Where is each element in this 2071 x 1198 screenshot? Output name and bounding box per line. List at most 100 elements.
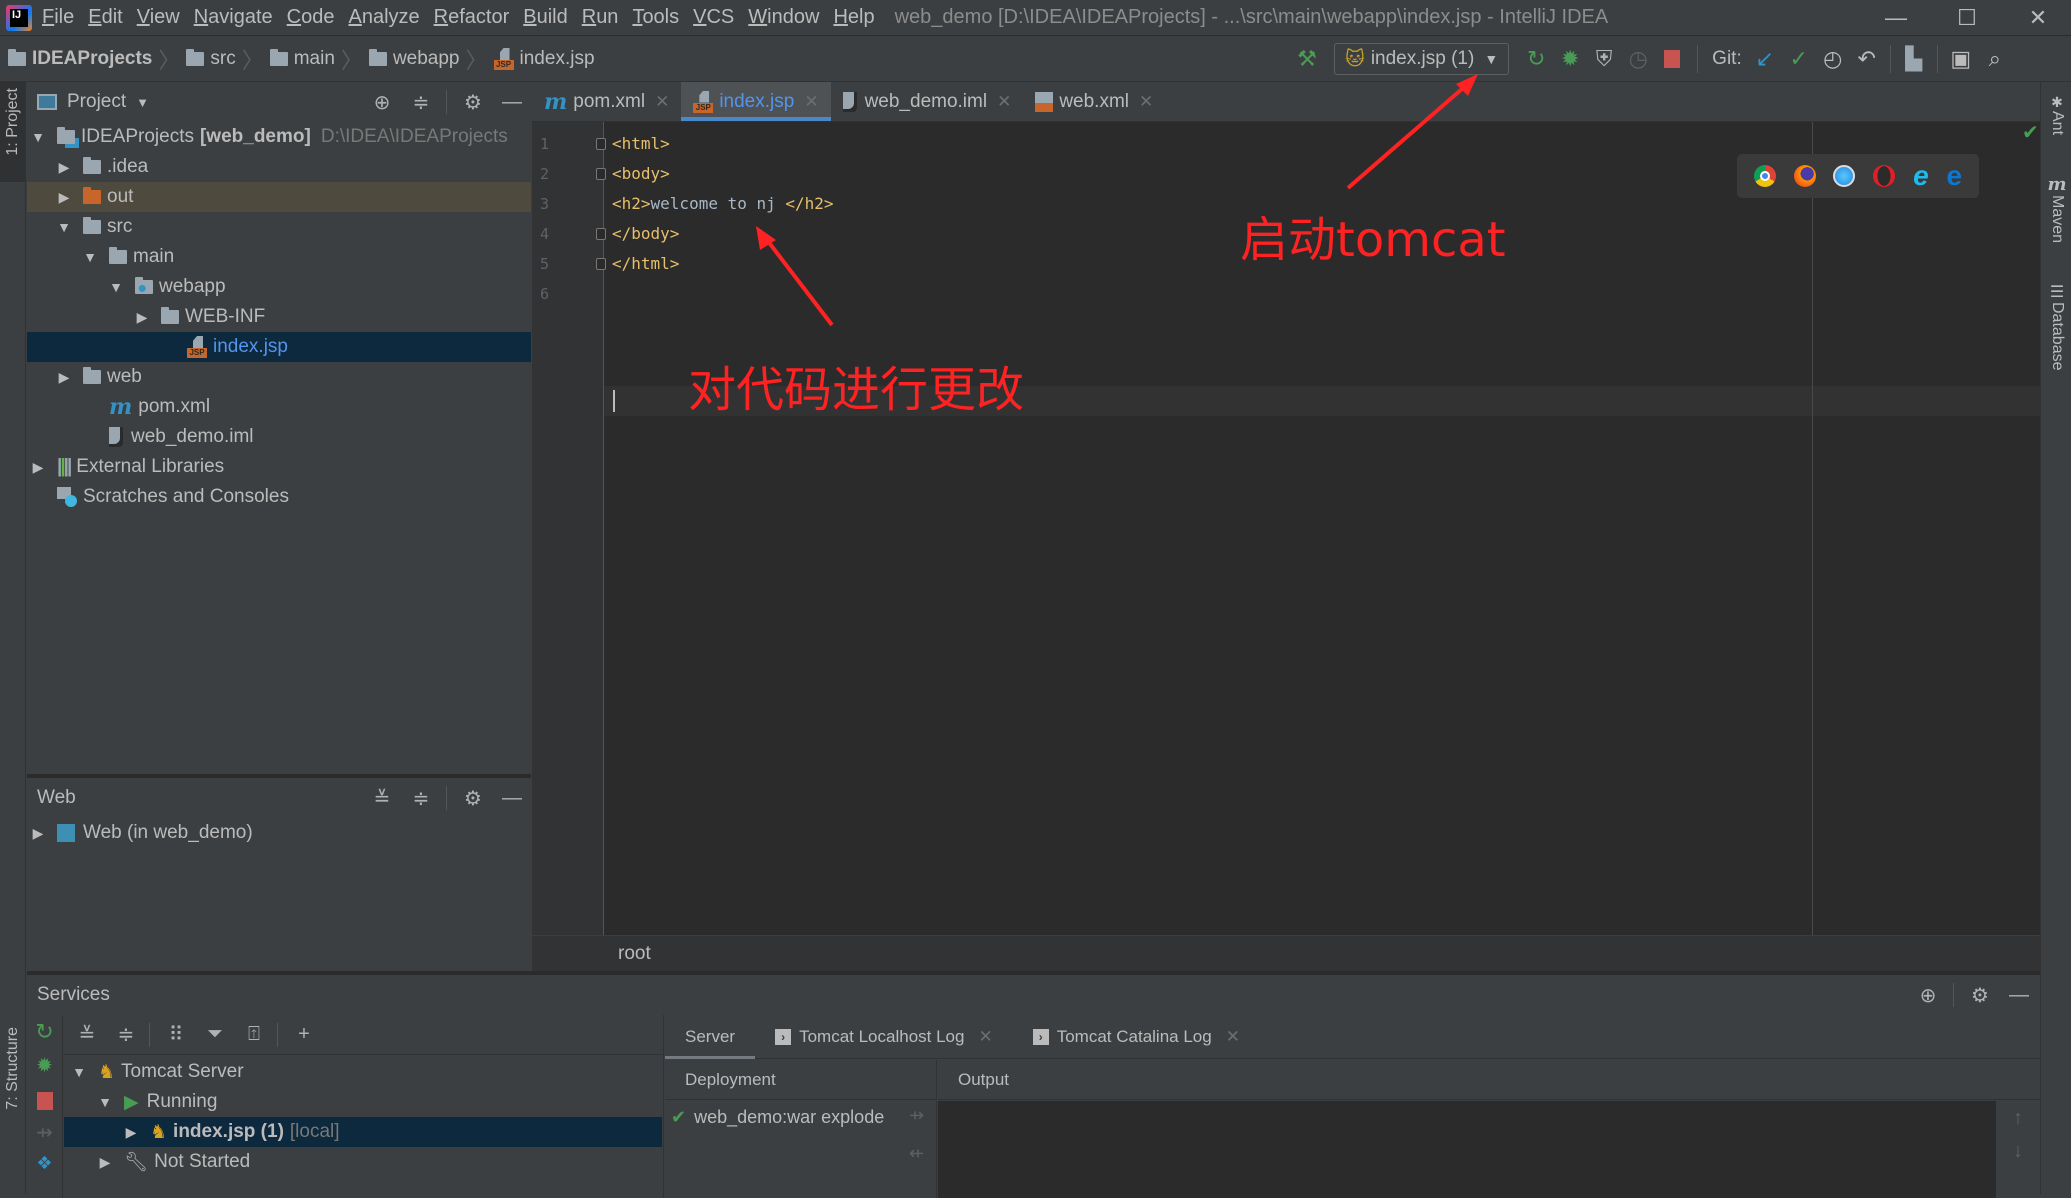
hide-icon[interactable]: — (499, 785, 525, 811)
chevron-down-icon[interactable]: ▼ (136, 95, 149, 110)
opera-icon[interactable] (1873, 165, 1896, 187)
service-tab[interactable]: › Tomcat Catalina Log ✕ (1013, 1015, 1260, 1059)
editor-tab[interactable]: web.xml ✕ (1023, 82, 1165, 121)
hammer-icon[interactable]: ⚒ (1290, 42, 1324, 76)
expanded-arrow-icon[interactable]: ▼ (70, 1064, 88, 1080)
menu-build[interactable]: Build (523, 6, 567, 29)
fold-marker-icon[interactable] (596, 228, 606, 240)
project-structure-icon[interactable]: ▙ (1897, 42, 1931, 76)
breadcrumb-item[interactable]: src (210, 48, 235, 70)
breadcrumb-item[interactable]: main (294, 48, 335, 70)
service-tab[interactable]: Server (665, 1015, 756, 1059)
editor-tab[interactable]: web_demo.iml ✕ (831, 82, 1024, 121)
collapse-all-icon[interactable]: ≑ (408, 89, 434, 115)
expanded-arrow-icon[interactable]: ▼ (29, 129, 47, 145)
collapsed-arrow-icon[interactable]: ▶ (96, 1154, 114, 1171)
collapsed-arrow-icon[interactable]: ▶ (55, 159, 73, 176)
close-tab-icon[interactable]: ✕ (804, 92, 818, 112)
scroll-down-icon[interactable]: ↓ (1996, 1140, 2040, 1163)
collapse-all-icon[interactable]: ≑ (408, 785, 434, 811)
hide-icon[interactable]: — (2006, 982, 2032, 1008)
collapsed-arrow-icon[interactable]: ▶ (29, 459, 47, 476)
debug-icon[interactable]: ✹ (27, 1053, 62, 1078)
service-tree-item[interactable]: ▶ 🔧︎ Not Started (64, 1147, 662, 1177)
undeploy-action-icon[interactable]: ⇷ (909, 1143, 924, 1164)
collapsed-arrow-icon[interactable]: ▶ (55, 369, 73, 386)
code-line[interactable]: <html> (612, 134, 670, 153)
project-tree-item[interactable]: ▶ out (27, 182, 531, 212)
breadcrumb-item[interactable]: webapp (393, 48, 460, 70)
debug-icon[interactable]: ✹ (1553, 42, 1587, 76)
locate-icon[interactable]: ⊕ (369, 89, 395, 115)
hide-icon[interactable]: — (499, 89, 525, 115)
structure-tool-button[interactable]: 7: Structure (0, 1027, 26, 1187)
menu-run[interactable]: Run (582, 6, 619, 29)
firefox-icon[interactable] (1793, 165, 1816, 187)
collapsed-arrow-icon[interactable]: ▶ (122, 1124, 140, 1141)
code-line[interactable]: <h2>welcome to nj </h2> (612, 194, 834, 213)
close-button[interactable]: ✕ (2008, 0, 2068, 36)
project-tool-button[interactable]: 1: Project (0, 82, 26, 182)
maven-tool-button[interactable]: m Maven (2045, 174, 2069, 249)
fold-marker-icon[interactable] (596, 138, 606, 150)
stop-icon[interactable] (36, 1092, 53, 1110)
web-tree-item[interactable]: ▶ Web (in web_demo) (27, 818, 531, 848)
gear-icon[interactable]: ⚙ (1967, 982, 1993, 1008)
project-tree-item[interactable]: m pom.xml (27, 392, 531, 422)
menu-vcs[interactable]: VCS (693, 6, 734, 29)
expanded-arrow-icon[interactable]: ▼ (81, 249, 99, 265)
menu-file[interactable]: File (42, 6, 74, 29)
collapsed-arrow-icon[interactable]: ▶ (133, 309, 151, 326)
gear-icon[interactable]: ⚙ (460, 785, 486, 811)
breadcrumb-item[interactable]: IDEAProjects (32, 48, 152, 70)
editor-tab[interactable]: index.jsp ✕ (681, 82, 831, 121)
deploy-action-icon[interactable]: ⇸ (909, 1105, 924, 1126)
expand-all-icon[interactable]: ≚ (74, 1022, 100, 1048)
run-anything-icon[interactable]: ▣ (1944, 42, 1978, 76)
menu-help[interactable]: Help (833, 6, 874, 29)
editor-breadcrumb-root[interactable]: root (618, 943, 651, 965)
minimize-button[interactable]: — (1866, 0, 1926, 36)
editor-tab[interactable]: m pom.xml ✕ (532, 82, 681, 121)
expanded-arrow-icon[interactable]: ▼ (55, 219, 73, 235)
menu-edit[interactable]: Edit (88, 6, 122, 29)
menu-view[interactable]: View (137, 6, 180, 29)
project-tree-item[interactable]: ▼ webapp (27, 272, 531, 302)
filter-icon[interactable]: ⏷ (202, 1022, 228, 1048)
rerun-icon[interactable]: ↻ (27, 1019, 62, 1045)
menu-refactor[interactable]: Refactor (434, 6, 510, 29)
close-tab-icon[interactable]: ✕ (1139, 92, 1153, 112)
add-service-icon[interactable]: + (291, 1022, 317, 1048)
diamond-icon[interactable]: ❖ (27, 1153, 62, 1174)
project-tree-item[interactable]: ▶ WEB-INF (27, 302, 531, 332)
close-tab-icon[interactable]: ✕ (997, 92, 1011, 112)
project-view-selector[interactable]: Project (67, 91, 126, 113)
maximize-button[interactable]: ☐ (1937, 0, 1997, 36)
service-tree-item[interactable]: ▼ ▶ Running (64, 1087, 662, 1117)
rerun-icon[interactable]: ↻ (1519, 42, 1553, 76)
update-project-icon[interactable]: ↙ (1748, 42, 1782, 76)
project-tree-item[interactable]: index.jsp (27, 332, 531, 362)
menu-analyze[interactable]: Analyze (348, 6, 419, 29)
project-tree-item[interactable]: Scratches and Consoles (27, 482, 531, 512)
project-tree-item[interactable]: ▼ src (27, 212, 531, 242)
menu-code[interactable]: Code (287, 6, 335, 29)
menu-window[interactable]: Window (748, 6, 819, 29)
code-line[interactable]: <body> (612, 164, 670, 183)
group-by-icon[interactable]: ⠿ (163, 1022, 189, 1048)
stop-icon[interactable] (1655, 42, 1689, 76)
chrome-icon[interactable] (1753, 165, 1776, 187)
edge-icon[interactable]: e (1946, 160, 1962, 192)
expanded-arrow-icon[interactable]: ▼ (96, 1094, 114, 1110)
locate-icon[interactable]: ⊕ (1915, 982, 1941, 1008)
new-tab-icon[interactable]: ⍐ (241, 1022, 267, 1048)
coverage-icon[interactable]: ⛨ (1587, 42, 1621, 76)
collapse-all-icon[interactable]: ≑ (113, 1022, 139, 1048)
project-tree-item[interactable]: web_demo.iml (27, 422, 531, 452)
menu-navigate[interactable]: Navigate (194, 6, 273, 29)
menu-tools[interactable]: Tools (632, 6, 679, 29)
project-tree-item[interactable]: ▼ main (27, 242, 531, 272)
close-tab-icon[interactable]: ✕ (978, 1027, 992, 1047)
close-tab-icon[interactable]: ✕ (655, 92, 669, 112)
ant-tool-button[interactable]: ✱ Ant (2045, 94, 2069, 141)
